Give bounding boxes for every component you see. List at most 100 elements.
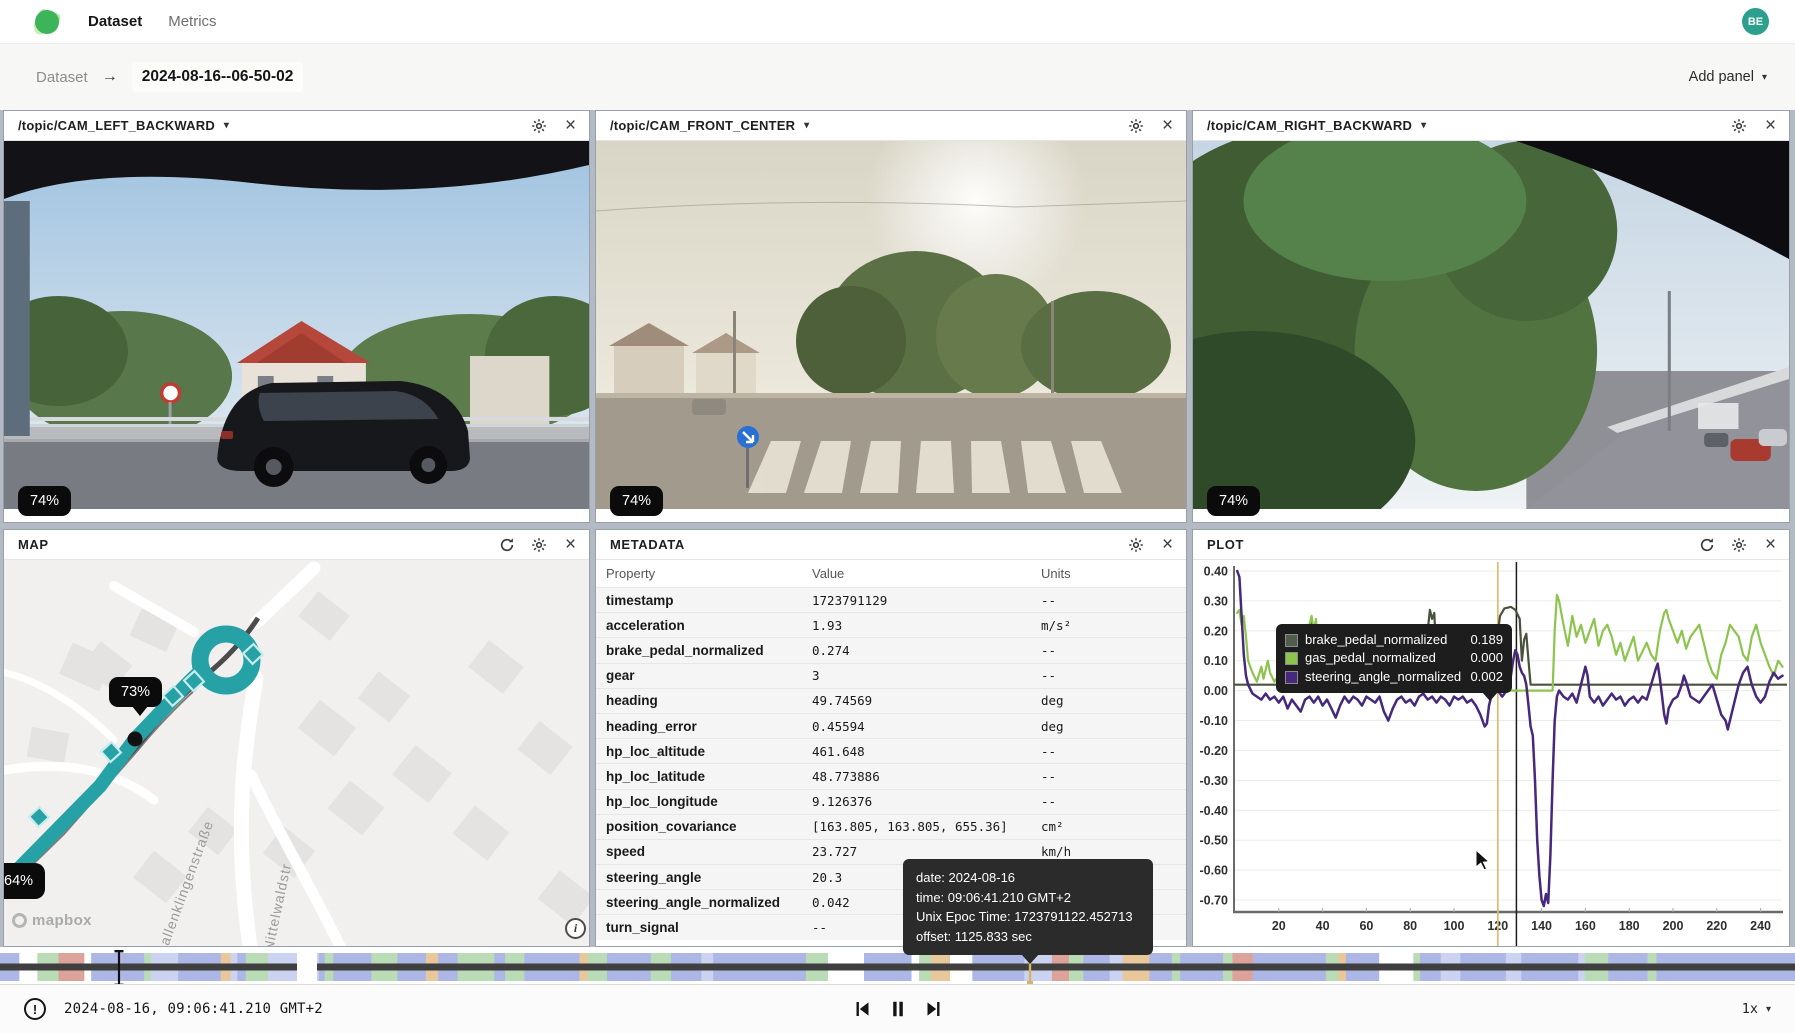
- route-progress-badge: 73%: [109, 677, 162, 707]
- svg-text:80: 80: [1403, 919, 1417, 933]
- nav-tab-metrics[interactable]: Metrics: [168, 13, 216, 30]
- svg-text:180: 180: [1619, 919, 1640, 933]
- current-timestamp: 2024-08-16, 09:06:41.210 GMT+2: [64, 1001, 323, 1017]
- app-logo-icon: [32, 9, 62, 35]
- svg-text:60: 60: [1359, 919, 1373, 933]
- pause-button[interactable]: [886, 997, 910, 1021]
- camera-photo-right-backward: [1193, 141, 1789, 509]
- svg-text:0.40: 0.40: [1204, 565, 1228, 579]
- breadcrumb-arrow-icon: →: [102, 68, 118, 86]
- table-row: gear3--: [596, 663, 1186, 688]
- panel-plot: PLOT × 0.400.300.200.100.00-0.10-0.20-0.…: [1192, 529, 1790, 947]
- svg-text:-0.30: -0.30: [1200, 774, 1229, 788]
- table-row: heading_error0.45594deg: [596, 713, 1186, 738]
- vehicle-position-dot: [128, 732, 143, 747]
- table-row: brake_pedal_normalized0.274--: [596, 638, 1186, 663]
- metadata-body: Property Value Units timestamp1723791129…: [596, 560, 1186, 946]
- plot-legend-tooltip: brake_pedal_normalized0.189gas_pedal_nor…: [1276, 624, 1512, 693]
- legend-item: steering_angle_normalized0.002: [1285, 668, 1503, 686]
- map-canvas[interactable]: Gallenklingenstraße Nittelwaldstr 73% 64…: [4, 560, 589, 946]
- mapbox-logo-icon: [12, 913, 27, 928]
- breadcrumb-root[interactable]: Dataset: [36, 69, 88, 86]
- gear-icon[interactable]: [530, 117, 547, 134]
- timestamp-tooltip: date: 2024-08-16 time: 09:06:41.210 GMT+…: [903, 859, 1153, 955]
- table-row: position_covariance[163.805, 163.805, 65…: [596, 814, 1186, 839]
- panel-metadata: METADATA × Property Value Units tim: [595, 529, 1187, 947]
- topic-selector-cam-right[interactable]: /topic/CAM_RIGHT_BACKWARD ▾: [1207, 118, 1426, 133]
- tooltip-offset: offset: 1125.833 sec: [916, 927, 1140, 947]
- svg-text:220: 220: [1706, 919, 1727, 933]
- panel-header: /topic/CAM_FRONT_CENTER ▾ ×: [596, 111, 1186, 141]
- add-panel-button[interactable]: Add panel ▾: [1689, 69, 1767, 85]
- refresh-icon[interactable]: [1698, 536, 1715, 553]
- svg-text:-0.10: -0.10: [1200, 714, 1229, 728]
- legend-item: gas_pedal_normalized0.000: [1285, 649, 1503, 667]
- gear-icon[interactable]: [1127, 117, 1144, 134]
- breadcrumb-current: 2024-08-16--06-50-02: [132, 62, 304, 92]
- svg-text:0.00: 0.00: [1204, 684, 1228, 698]
- svg-text:0.30: 0.30: [1204, 594, 1228, 608]
- svg-text:0.20: 0.20: [1204, 624, 1228, 638]
- timeline-scrubber[interactable]: [0, 950, 1795, 986]
- metadata-panel-title: METADATA: [610, 537, 685, 552]
- camera-view: 74%: [1193, 141, 1789, 522]
- app-root: Dataset Metrics BE Dataset → 2024-08-16-…: [0, 0, 1795, 1033]
- topic-selector-cam-front[interactable]: /topic/CAM_FRONT_CENTER ▾: [610, 118, 809, 133]
- nav-tab-dataset[interactable]: Dataset: [88, 13, 142, 30]
- coverage-badge: 74%: [1207, 486, 1260, 516]
- table-row: hp_loc_longitude9.126376--: [596, 789, 1186, 814]
- gear-icon[interactable]: [1127, 536, 1144, 553]
- panel-header: /topic/CAM_RIGHT_BACKWARD ▾ ×: [1193, 111, 1789, 141]
- close-icon[interactable]: ×: [562, 536, 579, 553]
- panel-header: METADATA ×: [596, 530, 1186, 560]
- skip-to-end-button[interactable]: [922, 997, 946, 1021]
- user-avatar[interactable]: BE: [1742, 8, 1769, 35]
- playback-speed-select[interactable]: 1x ▾: [1742, 1001, 1771, 1017]
- table-row: timestamp1723791129--: [596, 588, 1186, 613]
- chevron-down-icon: ▾: [1421, 120, 1426, 131]
- topic-selector-cam-left[interactable]: /topic/CAM_LEFT_BACKWARD ▾: [18, 118, 229, 133]
- camera-photo-front-center: [596, 141, 1186, 509]
- svg-text:200: 200: [1663, 919, 1684, 933]
- coverage-badge: 74%: [18, 486, 71, 516]
- tooltip-date: date: 2024-08-16: [916, 868, 1140, 888]
- column-header-units: Units: [1031, 560, 1186, 588]
- close-icon[interactable]: ×: [1762, 536, 1779, 553]
- svg-text:240: 240: [1750, 919, 1771, 933]
- gear-icon[interactable]: [1730, 536, 1747, 553]
- breadcrumb-bar: Dataset → 2024-08-16--06-50-02 Add panel…: [0, 44, 1795, 110]
- tooltip-time: time: 09:06:41.210 GMT+2: [916, 888, 1140, 908]
- camera-photo-left-backward: [4, 141, 589, 509]
- svg-text:-0.20: -0.20: [1200, 744, 1229, 758]
- chevron-down-icon: ▾: [804, 120, 809, 131]
- legend-rows: brake_pedal_normalized0.189gas_pedal_nor…: [1285, 631, 1503, 686]
- svg-text:100: 100: [1444, 919, 1465, 933]
- close-icon[interactable]: ×: [1762, 117, 1779, 134]
- gear-icon[interactable]: [530, 536, 547, 553]
- plot-body: 0.400.300.200.100.00-0.10-0.20-0.30-0.40…: [1193, 560, 1789, 946]
- panel-grid: /topic/CAM_LEFT_BACKWARD ▾ ×: [0, 110, 1795, 947]
- panel-cam-left-backward: /topic/CAM_LEFT_BACKWARD ▾ ×: [3, 110, 590, 523]
- plot-canvas[interactable]: 0.400.300.200.100.00-0.10-0.20-0.30-0.40…: [1193, 560, 1787, 946]
- info-icon[interactable]: i: [565, 918, 586, 939]
- panel-map: MAP ×: [3, 529, 590, 947]
- svg-text:-0.60: -0.60: [1200, 864, 1229, 878]
- legend-swatch: [1285, 634, 1298, 647]
- close-icon[interactable]: ×: [1159, 536, 1176, 553]
- svg-text:140: 140: [1531, 919, 1552, 933]
- panel-header: MAP ×: [4, 530, 589, 560]
- svg-text:40: 40: [1316, 919, 1330, 933]
- svg-text:20: 20: [1272, 919, 1286, 933]
- panel-cam-right-backward: /topic/CAM_RIGHT_BACKWARD ▾ ×: [1192, 110, 1790, 523]
- mapbox-attribution: mapbox: [12, 912, 92, 929]
- playback-bar: ! 2024-08-16, 09:06:41.210 GMT+2 1x ▾: [0, 984, 1795, 1033]
- svg-text:-0.50: -0.50: [1200, 834, 1229, 848]
- alert-icon[interactable]: !: [24, 998, 46, 1020]
- table-row: heading49.74569deg: [596, 688, 1186, 713]
- skip-to-start-button[interactable]: [850, 997, 874, 1021]
- close-icon[interactable]: ×: [1159, 117, 1176, 134]
- close-icon[interactable]: ×: [562, 117, 579, 134]
- plot-panel-title: PLOT: [1207, 537, 1244, 552]
- gear-icon[interactable]: [1730, 117, 1747, 134]
- refresh-icon[interactable]: [498, 536, 515, 553]
